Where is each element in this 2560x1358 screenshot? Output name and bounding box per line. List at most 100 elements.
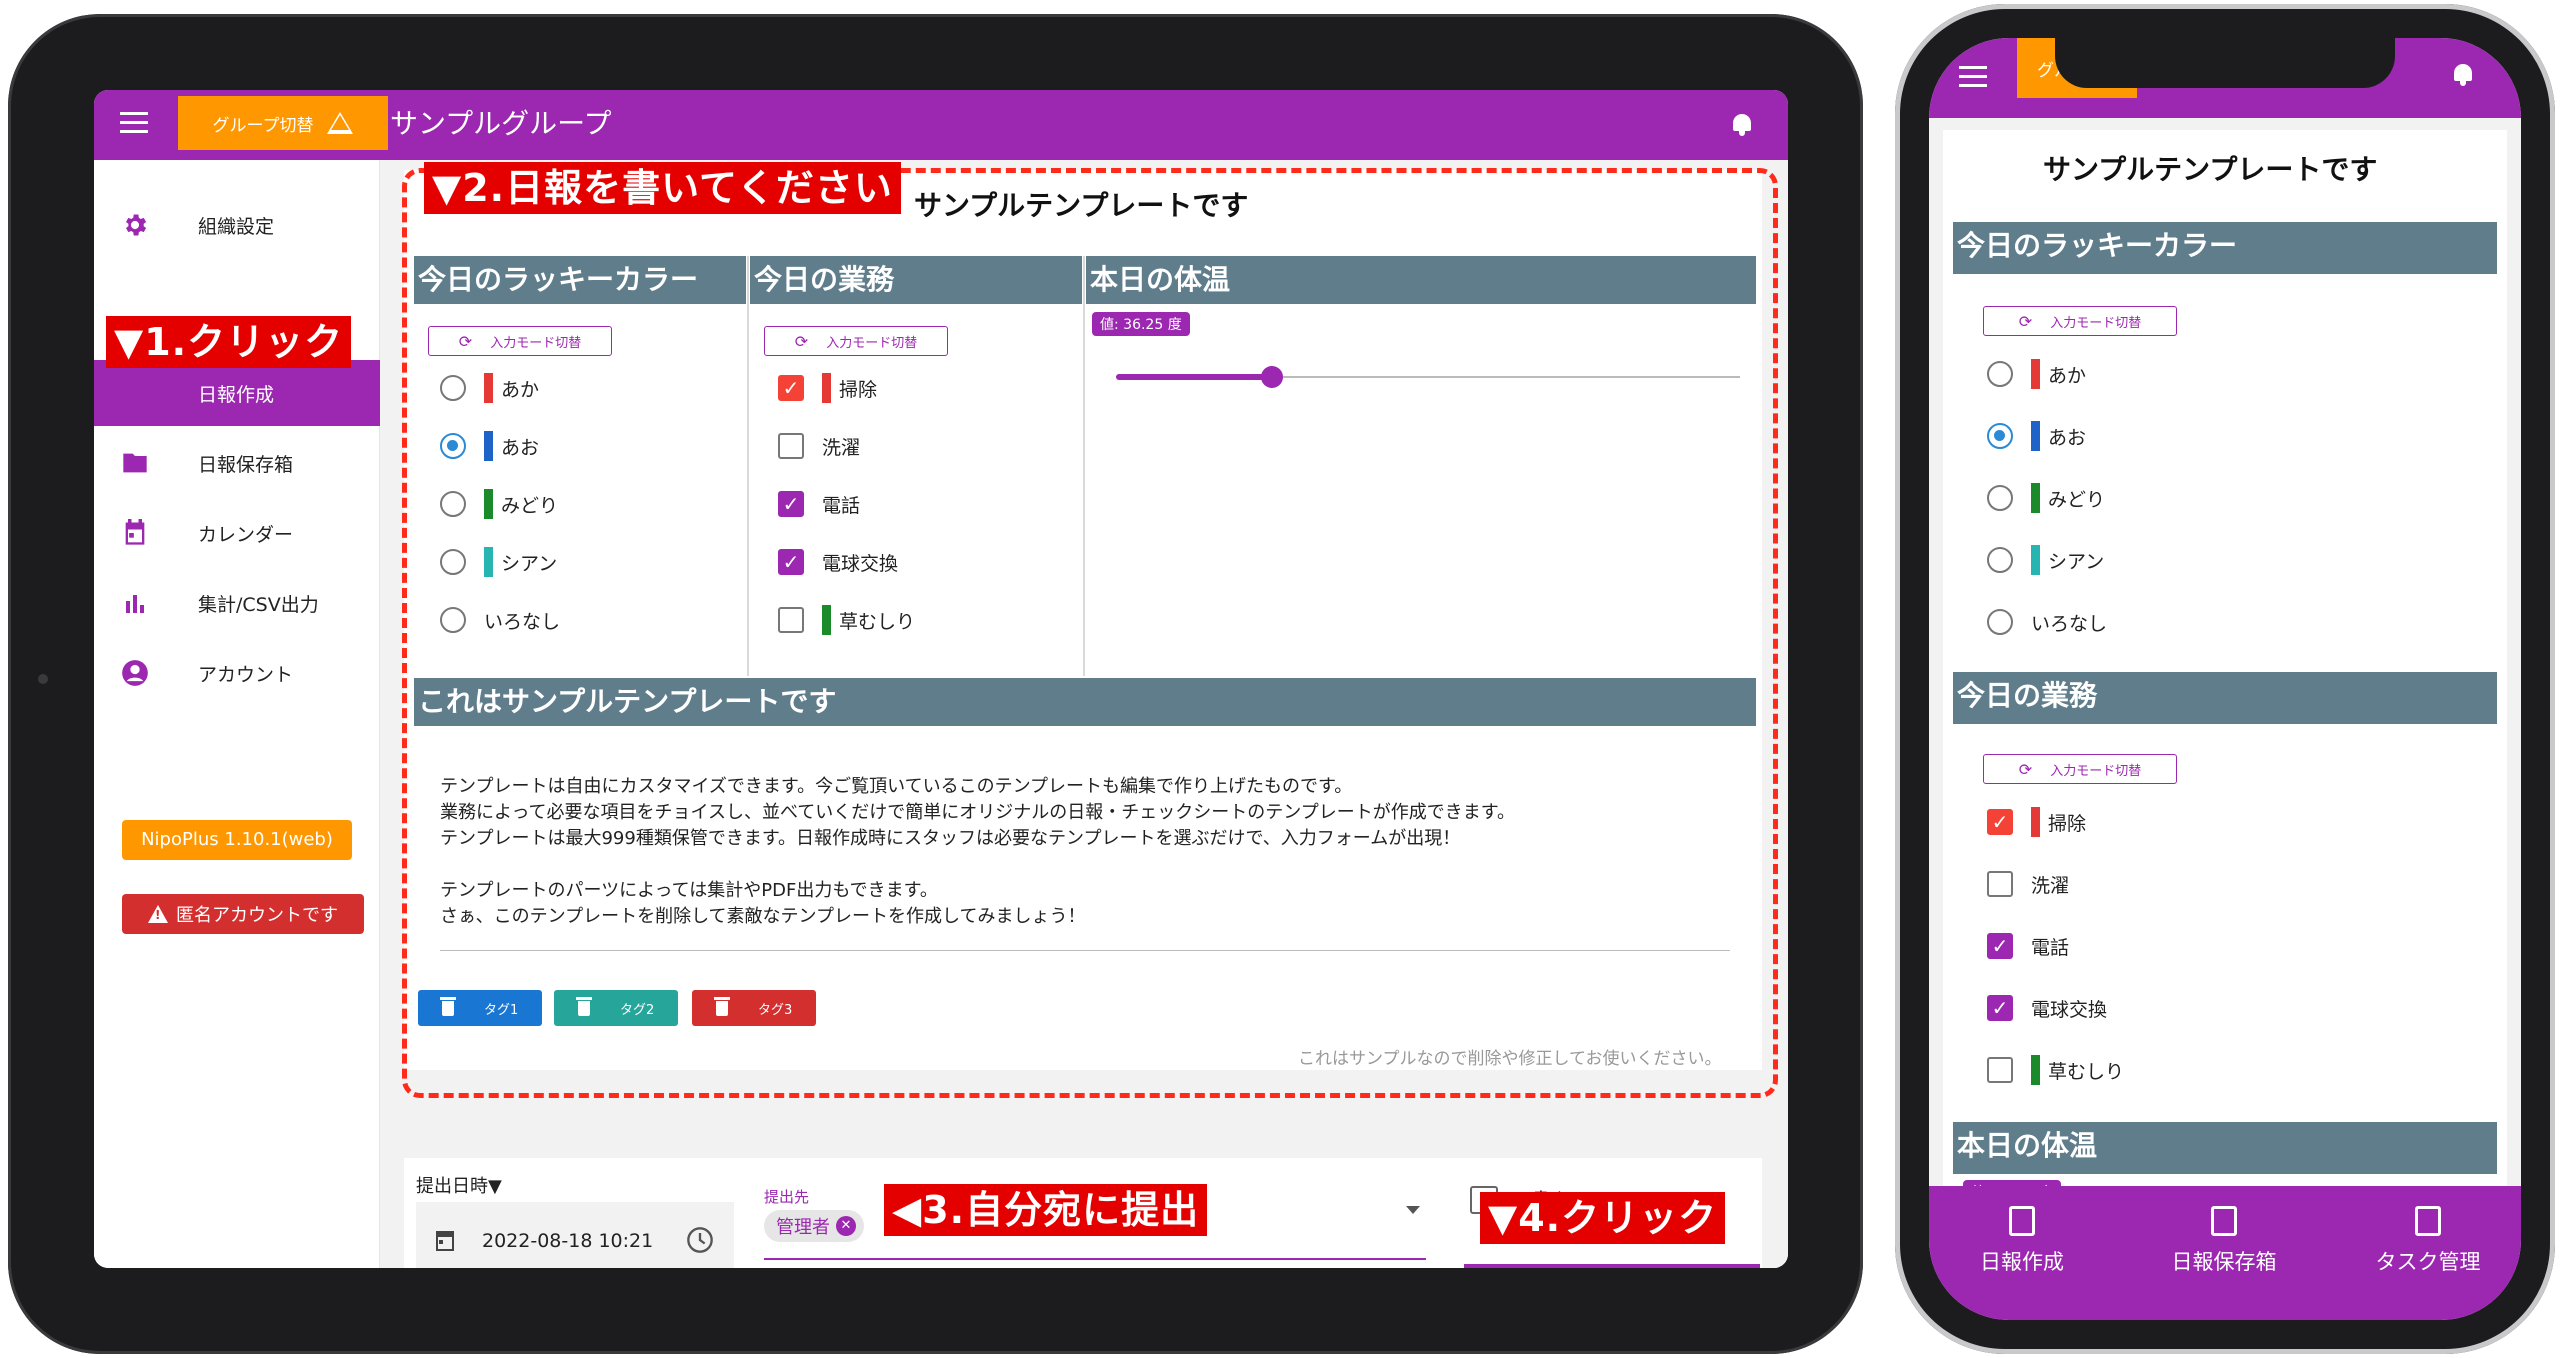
color-swatch xyxy=(2031,807,2040,837)
phone-lucky-color-header: 今日のラッキーカラー xyxy=(1953,222,2497,274)
bottom-nav-label: 日報作成 xyxy=(1980,1250,2064,1274)
datetime-label[interactable]: 提出日時▼ xyxy=(416,1172,502,1198)
color-swatch xyxy=(2031,483,2040,513)
sidebar-item-label: 集計/CSV出力 xyxy=(198,593,319,616)
checkbox[interactable]: ✓ xyxy=(1987,995,2013,1021)
sidebar-item-label: アカウント xyxy=(198,663,294,686)
bell-icon[interactable] xyxy=(2451,62,2475,86)
sidebar-item-calendar[interactable]: カレンダー xyxy=(94,500,380,566)
phone-screen: グル ... サンプルテンプレートです 今日のラッキーカラー ⟳入力モード切替 … xyxy=(1929,38,2521,1320)
calendar-icon xyxy=(436,1231,454,1251)
archive-icon xyxy=(2211,1206,2237,1236)
phone-radio-option-blue[interactable]: あお xyxy=(1987,418,2086,454)
phone-template-title: サンプルテンプレートです xyxy=(2043,153,2378,186)
color-swatch xyxy=(2031,1055,2040,1085)
sidebar-item-label: 組織設定 xyxy=(198,215,275,238)
phone-notch xyxy=(2055,38,2395,88)
sidebar-item-create-report[interactable]: 日報作成 xyxy=(94,360,380,426)
recipient-select-underline[interactable] xyxy=(764,1258,1426,1260)
tablet-camera xyxy=(38,674,48,684)
option-label: あお xyxy=(2048,426,2087,449)
checkbox[interactable]: ✓ xyxy=(1987,933,2013,959)
phone-radio-option-green[interactable]: みどり xyxy=(1987,480,2105,516)
phone-checkbox-phone[interactable]: ✓ 電話 xyxy=(1987,928,2069,964)
sidebar-item-label: 日報作成 xyxy=(198,383,275,406)
sync-icon: ⟳ xyxy=(2018,311,2033,331)
group-name: サンプルグループ xyxy=(390,107,612,140)
anonymous-account-badge[interactable]: 匿名アカウントです xyxy=(122,894,364,934)
warning-triangle-icon xyxy=(327,112,354,134)
sidebar-item-account[interactable]: アカウント xyxy=(94,640,380,706)
phone-tasks-mode-toggle[interactable]: ⟳ 入力モード切替 xyxy=(1983,754,2177,784)
phone-content: サンプルテンプレートです 今日のラッキーカラー ⟳ 入力モード切替 あか あお み… xyxy=(1929,118,2521,1204)
annotation-step3: ◀3.自分宛に提出 xyxy=(884,1184,1208,1236)
sidebar-item-aggregate-csv[interactable]: 集計/CSV出力 xyxy=(94,570,380,636)
option-label: あか xyxy=(2048,364,2087,387)
checkbox[interactable] xyxy=(1987,871,2013,897)
datetime-field[interactable]: 2022-08-18 10:21 xyxy=(416,1202,734,1268)
sidebar-item-label: カレンダー xyxy=(198,523,294,546)
sync-icon: ⟳ xyxy=(2018,759,2033,779)
bottom-navigation: 日報作成 日報保存箱 タスク管理 xyxy=(1929,1186,2521,1320)
bar-chart-icon xyxy=(120,588,150,618)
sidebar-item-org-settings[interactable]: 組織設定 xyxy=(94,192,380,258)
group-switch-label: グループ切替 xyxy=(212,115,314,136)
dropdown-arrow-icon[interactable] xyxy=(1406,1206,1420,1214)
radio-button[interactable] xyxy=(1987,423,2013,449)
mode-toggle-label: 入力モード切替 xyxy=(2050,315,2142,331)
color-swatch xyxy=(2031,545,2040,575)
phone-radio-option-cyan[interactable]: シアン xyxy=(1987,542,2104,578)
phone-checkbox-cleaning[interactable]: ✓ 掃除 xyxy=(1987,804,2086,840)
version-badge[interactable]: NipoPlus 1.10.1(web) xyxy=(122,820,352,860)
calendar-icon xyxy=(120,518,150,548)
datetime-value: 2022-08-18 10:21 xyxy=(482,1230,654,1252)
option-label: 電球交換 xyxy=(2031,998,2108,1021)
tablet-device: グループ切替 サンプルグループ 組織設定 日報作成 日報保存箱 カレンダー 集計… xyxy=(8,14,1863,1354)
chip-remove-icon[interactable]: ✕ xyxy=(836,1216,856,1236)
app-bar: グループ切替 サンプルグループ xyxy=(94,90,1788,160)
sidebar-item-label: 日報保存箱 xyxy=(198,453,294,476)
phone-lucky-color-mode-toggle[interactable]: ⟳ 入力モード切替 xyxy=(1983,306,2177,336)
add-document-icon xyxy=(2009,1206,2035,1236)
checkbox[interactable]: ✓ xyxy=(1987,809,2013,835)
phone-checkbox-weeding[interactable]: 草むしり xyxy=(1987,1052,2124,1088)
radio-button[interactable] xyxy=(1987,361,2013,387)
phone-radio-option-none[interactable]: いろなし xyxy=(1987,604,2107,640)
radio-button[interactable] xyxy=(1987,485,2013,511)
bell-icon[interactable] xyxy=(1730,112,1754,136)
bottom-nav-label: 日報保存箱 xyxy=(2171,1250,2277,1274)
group-switch-button[interactable]: グループ切替 xyxy=(178,96,388,150)
recipient-label: 提出先 xyxy=(764,1188,810,1206)
option-label: 電話 xyxy=(2031,936,2070,959)
mode-toggle-label: 入力モード切替 xyxy=(2050,763,2142,779)
phone-checkbox-bulb[interactable]: ✓ 電球交換 xyxy=(1987,990,2107,1026)
tablet-screen: グループ切替 サンプルグループ 組織設定 日報作成 日報保存箱 カレンダー 集計… xyxy=(94,90,1788,1268)
option-label: 草むしり xyxy=(2048,1060,2125,1083)
annotation-step4: ▼4.クリック xyxy=(1480,1192,1726,1244)
option-label: いろなし xyxy=(2031,612,2108,635)
bottom-nav-report-box[interactable]: 日報保存箱 xyxy=(2139,1206,2309,1276)
hamburger-menu-icon[interactable] xyxy=(1959,66,1987,90)
sidebar-item-report-box[interactable]: 日報保存箱 xyxy=(94,430,380,496)
phone-checkbox-laundry[interactable]: 洗濯 xyxy=(1987,866,2069,902)
color-swatch xyxy=(2031,421,2040,451)
phone-radio-option-red[interactable]: あか xyxy=(1987,356,2086,392)
option-label: 洗濯 xyxy=(2031,874,2070,897)
submit-button[interactable]: 提出 xyxy=(1464,1264,1760,1268)
task-icon xyxy=(2415,1206,2441,1236)
clock-icon[interactable] xyxy=(686,1226,714,1254)
option-label: みどり xyxy=(2048,488,2106,511)
radio-button[interactable] xyxy=(1987,547,2013,573)
gear-icon xyxy=(120,210,150,240)
recipient-chip[interactable]: 管理者 ✕ xyxy=(764,1210,864,1242)
radio-button[interactable] xyxy=(1987,609,2013,635)
hamburger-menu-icon[interactable] xyxy=(120,112,148,136)
bottom-nav-create-report[interactable]: 日報作成 xyxy=(1937,1206,2107,1276)
anonymous-account-label: 匿名アカウントです xyxy=(176,905,338,926)
bottom-nav-label: タスク管理 xyxy=(2375,1250,2481,1274)
checkbox[interactable] xyxy=(1987,1057,2013,1083)
option-label: 掃除 xyxy=(2048,812,2087,835)
bottom-nav-task-management[interactable]: タスク管理 xyxy=(2343,1206,2513,1276)
highlight-box xyxy=(402,168,1778,1098)
account-icon xyxy=(120,658,150,688)
